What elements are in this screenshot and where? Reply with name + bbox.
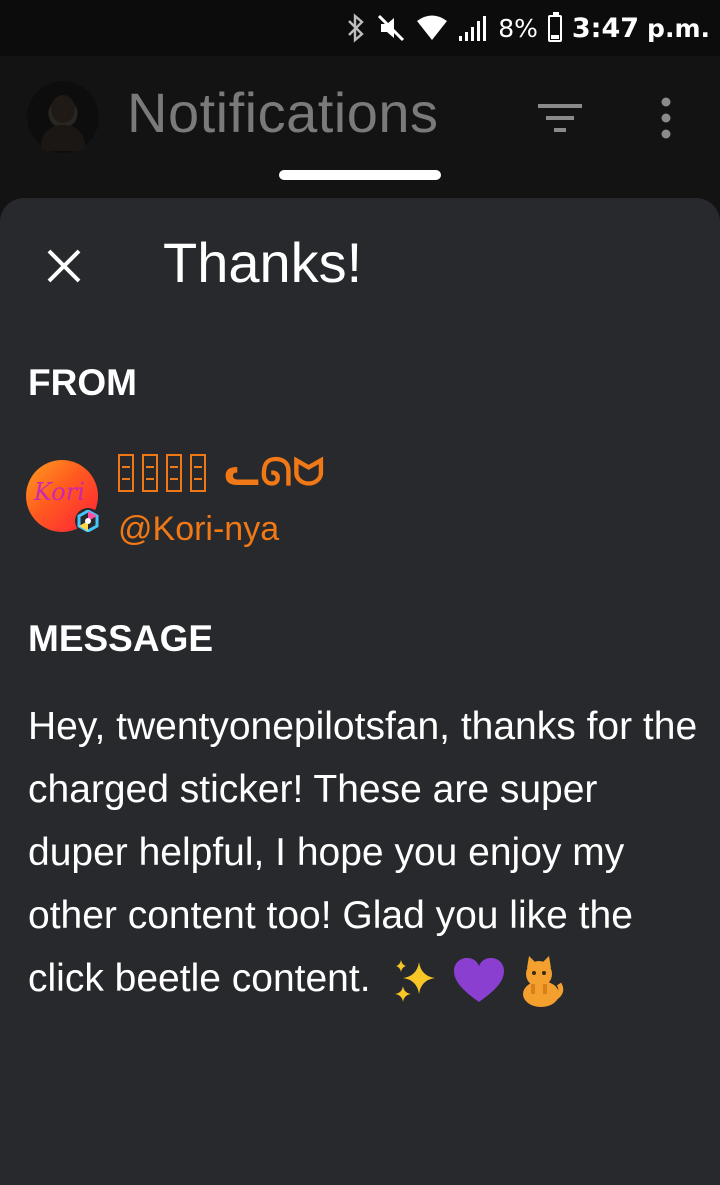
signal-icon [459,16,487,41]
name-glyph [166,453,182,492]
app-bar: Notifications [0,56,720,196]
close-icon[interactable] [40,242,88,290]
name-glyph [190,453,206,492]
user-avatar[interactable] [27,81,99,153]
message-text: Hey, twentyonepilotsfan, thanks for the … [28,705,698,1000]
sender-handle[interactable]: @Kori-nya [118,510,279,549]
sheet-drag-handle[interactable] [279,170,441,180]
emoji-row [381,955,565,1007]
battery-percent: 8% [498,13,538,43]
notification-detail-sheet: Thanks! FROM Kori ᓚᘏᗢ @Kori-nya MESSAGE … [0,198,720,1185]
purple-heart-icon [454,957,505,1002]
name-glyph [142,453,158,492]
filter-icon[interactable] [537,98,583,138]
wifi-icon [417,15,448,40]
bluetooth-icon [348,13,364,43]
battery-icon [547,11,562,42]
sender-avatar[interactable]: Kori [26,460,101,534]
sender-display-name[interactable]: ᓚᘏᗢ [118,450,325,495]
status-bar: 8% 3:47 p.m. [0,0,720,56]
sender-name-suffix: ᓚᘏᗢ [224,450,326,494]
clock-time: 3:47 [571,12,640,44]
cat-icon [523,955,564,1007]
message-label: MESSAGE [28,618,214,659]
sender-avatar-text: Kori [34,478,85,506]
nitro-badge-icon [75,508,101,534]
from-label: FROM [28,362,137,403]
message-body: Hey, twentyonepilotsfan, thanks for the … [28,695,698,1010]
sheet-title: Thanks! [163,231,363,294]
page-title: Notifications [127,81,439,144]
sparkles-icon [395,959,436,1002]
more-options-icon[interactable] [650,96,682,140]
mute-icon [378,14,405,42]
clock-ampm: p.m. [647,13,710,43]
name-glyph [118,453,134,492]
